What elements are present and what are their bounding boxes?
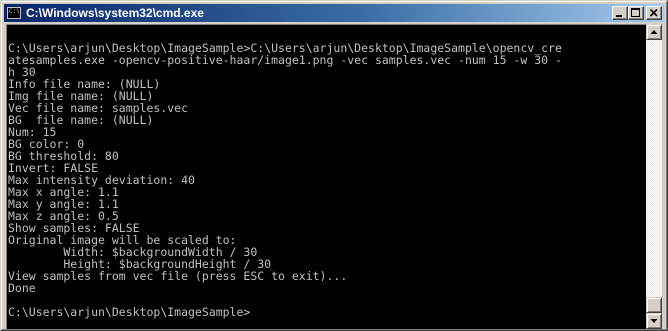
caption-buttons <box>612 6 662 20</box>
console-text: C:\Users\arjun\Desktop\ImageSample>C:\Us… <box>7 25 646 318</box>
console-line: BG file name: (NULL) <box>8 113 154 127</box>
maximize-button[interactable] <box>628 6 644 20</box>
console-line: Done <box>8 281 36 295</box>
scroll-down-arrow-icon <box>650 319 658 323</box>
console-line: atesamples.exe -opencv-positive-haar/ima… <box>8 53 562 67</box>
window-frame: C:\ C:\Windows\system32\cmd.exe C:\Users… <box>1 1 667 330</box>
maximize-icon <box>631 8 640 17</box>
console-icon[interactable]: C:\ <box>7 7 21 19</box>
minimize-icon <box>616 15 622 17</box>
title-bar[interactable]: C:\ C:\Windows\system32\cmd.exe <box>4 4 664 22</box>
scroll-up-arrow-icon <box>650 30 658 34</box>
scroll-up-button[interactable] <box>646 24 662 40</box>
console-line: View samples from vec file (press ESC to… <box>8 269 348 283</box>
console-line: BG threshold: 80 <box>8 149 119 163</box>
console-line: C:\Users\arjun\Desktop\ImageSample> <box>8 305 251 319</box>
console-line: Num: 15 <box>8 125 57 139</box>
close-button[interactable] <box>646 6 662 20</box>
scroll-thumb[interactable] <box>646 297 662 313</box>
scroll-down-button[interactable] <box>646 313 662 329</box>
console-output[interactable]: C:\Users\arjun\Desktop\ImageSample>C:\Us… <box>6 24 646 329</box>
vertical-scrollbar[interactable] <box>646 24 662 329</box>
close-icon <box>649 8 658 17</box>
minimize-button[interactable] <box>612 6 628 20</box>
window-title: C:\Windows\system32\cmd.exe <box>26 6 204 20</box>
console-window: C:\ C:\Windows\system32\cmd.exe C:\Users… <box>0 0 668 331</box>
